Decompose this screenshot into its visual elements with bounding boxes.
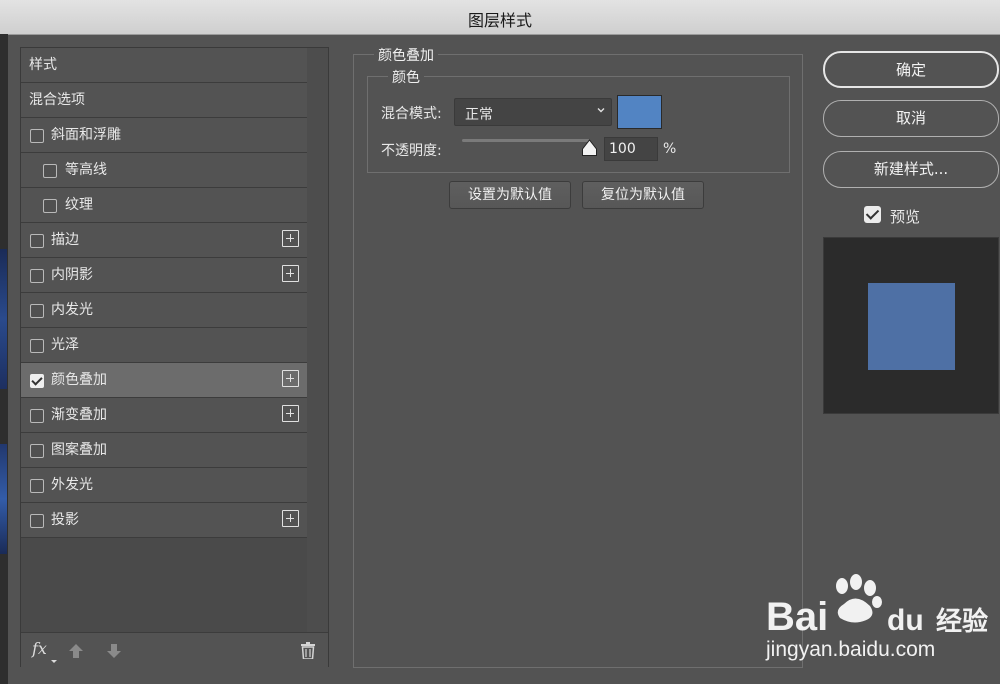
style-item[interactable]: 描边	[21, 223, 307, 258]
blend-mode-label: 混合模式:	[381, 106, 442, 122]
style-item-label: 内发光	[51, 302, 93, 318]
watermark-url: jingyan.baidu.com	[765, 638, 935, 661]
style-item[interactable]: 图案叠加	[21, 433, 307, 468]
style-item[interactable]: 外发光	[21, 468, 307, 503]
style-item-label: 斜面和浮雕	[51, 127, 121, 143]
style-item[interactable]: 颜色叠加	[21, 363, 307, 398]
opacity-slider-thumb[interactable]	[581, 139, 598, 157]
style-item[interactable]: 斜面和浮雕	[21, 118, 307, 153]
reset-default-button[interactable]: 复位为默认值	[582, 181, 704, 209]
style-list-panel: 样式混合选项斜面和浮雕等高线纹理描边内阴影内发光光泽颜色叠加渐变叠加图案叠加外发…	[20, 47, 329, 667]
opacity-slider[interactable]	[462, 139, 590, 142]
style-item-label: 样式	[29, 57, 57, 73]
style-item[interactable]: 渐变叠加	[21, 398, 307, 433]
ok-button[interactable]: 确定	[823, 51, 999, 88]
preview-checkbox[interactable]	[864, 206, 881, 223]
style-item[interactable]: 等高线	[21, 153, 307, 188]
add-effect-icon[interactable]	[282, 405, 299, 422]
new-style-button[interactable]: 新建样式...	[823, 151, 999, 188]
add-effect-icon[interactable]	[282, 265, 299, 282]
blend-mode-select[interactable]: 正常	[454, 98, 612, 126]
preview-swatch	[868, 283, 955, 370]
style-item[interactable]: 混合选项	[21, 83, 307, 118]
style-item[interactable]: 纹理	[21, 188, 307, 223]
chevron-down-icon	[597, 108, 605, 113]
style-item-checkbox[interactable]	[30, 514, 44, 528]
dialog-title-bar[interactable]: 图层样式	[0, 0, 1000, 35]
fx-button[interactable]: fx	[32, 639, 47, 658]
style-item-checkbox[interactable]	[30, 304, 44, 318]
overlay-color-swatch[interactable]	[617, 95, 662, 129]
preview-label: 预览	[890, 208, 921, 226]
add-effect-icon[interactable]	[282, 510, 299, 527]
style-item-label: 渐变叠加	[51, 407, 107, 423]
trash-icon[interactable]	[300, 642, 316, 659]
style-list-scrollbar[interactable]	[307, 48, 328, 632]
watermark-brand-right: du	[887, 604, 924, 637]
dialog-title: 图层样式	[467, 11, 532, 30]
section-title: 颜色叠加	[374, 45, 438, 65]
move-up-icon[interactable]	[68, 643, 84, 659]
style-item-label: 描边	[51, 232, 79, 248]
style-item-checkbox[interactable]	[30, 269, 44, 283]
blend-mode-value: 正常	[465, 107, 493, 123]
style-item-label: 图案叠加	[51, 442, 107, 458]
fx-menu-caret-icon[interactable]	[51, 660, 57, 663]
style-list-footer: fx	[21, 632, 328, 667]
add-effect-icon[interactable]	[282, 370, 299, 387]
style-item-label: 纹理	[65, 197, 93, 213]
set-default-button[interactable]: 设置为默认值	[449, 181, 571, 209]
style-item-checkbox[interactable]	[30, 444, 44, 458]
style-item-checkbox[interactable]	[30, 409, 44, 423]
background-canvas-edge	[0, 34, 8, 684]
style-item-label: 投影	[51, 512, 79, 528]
baidu-jingyan-watermark: Bai du 经验 jingyan.baidu.com	[765, 574, 988, 661]
style-item-label: 光泽	[51, 337, 79, 353]
style-item-label: 外发光	[51, 477, 93, 493]
style-item-checkbox[interactable]	[30, 234, 44, 248]
opacity-input[interactable]: 100	[604, 137, 658, 161]
style-item[interactable]: 投影	[21, 503, 307, 538]
add-effect-icon[interactable]	[282, 230, 299, 247]
style-item-label: 混合选项	[29, 92, 85, 108]
style-item[interactable]: 样式	[21, 48, 307, 83]
watermark-brand-cn: 经验	[936, 606, 988, 637]
style-item-checkbox[interactable]	[30, 129, 44, 143]
group-title: 颜色	[388, 67, 424, 87]
style-item-checkbox[interactable]	[43, 199, 57, 213]
style-item[interactable]: 内阴影	[21, 258, 307, 293]
move-down-icon[interactable]	[106, 643, 122, 659]
cancel-button[interactable]: 取消	[823, 100, 999, 137]
style-list: 样式混合选项斜面和浮雕等高线纹理描边内阴影内发光光泽颜色叠加渐变叠加图案叠加外发…	[21, 48, 307, 538]
opacity-label: 不透明度:	[381, 143, 442, 159]
style-item-label: 等高线	[65, 162, 107, 178]
style-item-label: 内阴影	[51, 267, 93, 283]
style-item-checkbox[interactable]	[30, 374, 44, 388]
style-item[interactable]: 内发光	[21, 293, 307, 328]
opacity-unit: %	[663, 141, 677, 157]
watermark-brand-left: Bai	[766, 595, 828, 639]
style-item[interactable]: 光泽	[21, 328, 307, 363]
style-item-checkbox[interactable]	[30, 339, 44, 353]
style-item-checkbox[interactable]	[43, 164, 57, 178]
style-item-checkbox[interactable]	[30, 479, 44, 493]
style-item-label: 颜色叠加	[51, 372, 107, 388]
